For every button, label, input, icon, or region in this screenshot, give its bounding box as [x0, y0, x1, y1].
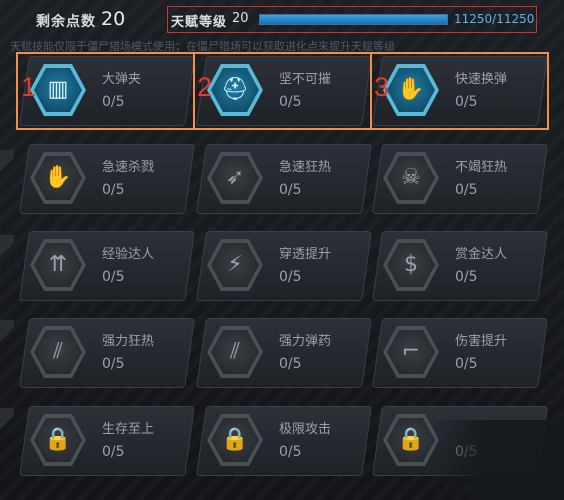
skill-name: 强力弹药: [279, 334, 332, 349]
skill-slot[interactable]: $ 赏金达人 0/5: [372, 231, 548, 301]
gun-icon: ⌐: [401, 339, 421, 364]
power-ammo-icon: ⫽: [230, 339, 240, 364]
skill-level: 0/5: [279, 182, 302, 198]
exp-plus-icon: ⇈: [48, 252, 68, 277]
skill-name: 生存至上: [102, 422, 155, 437]
skill-name: 坚不可摧: [279, 72, 332, 87]
penetration-icon: ⚡: [227, 252, 243, 277]
skill-name: 强力狂热: [102, 334, 155, 349]
skill-slot[interactable]: 🔒 生存至上 0/5: [19, 406, 195, 476]
points-value: 20: [101, 8, 126, 30]
xp-text: 11250/11250: [454, 12, 535, 26]
skill-name: 快速换弹: [455, 72, 508, 87]
bottom-right-fade: [432, 420, 564, 500]
skill-slot[interactable]: ⛑ 坚不可摧 0/5: [196, 56, 372, 126]
skill-name: 穿透提升: [279, 247, 332, 262]
skill-name: 经验达人: [102, 247, 155, 262]
skill-slot[interactable]: ⫽ 强力狂热 0/5: [19, 318, 195, 388]
xp-progress-fill: [260, 15, 447, 24]
skill-name: 伤害提升: [455, 334, 508, 349]
row-marker: [0, 320, 14, 360]
points-label: 剩余点数: [36, 14, 96, 30]
lock-icon: 🔒: [221, 427, 249, 452]
header-bar: 剩余点数 20 天赋等级 20 11250/11250: [0, 0, 564, 40]
highlight-number-2: 2: [197, 72, 213, 102]
skill-name: 急速狂热: [279, 160, 332, 175]
claw-hand-icon: ✋: [44, 165, 72, 190]
skull-icon: ☠: [401, 165, 421, 190]
skill-level: 0/5: [455, 269, 478, 285]
skill-slot[interactable]: ➶ 急速狂热 0/5: [196, 144, 372, 214]
skill-slot[interactable]: ▥ 大弹夹 0/5: [19, 56, 195, 126]
skill-slot[interactable]: ✋ 快速换弹 0/5: [372, 56, 548, 126]
highlight-number-3: 3: [374, 72, 390, 102]
skill-slot[interactable]: ☠ 不竭狂热 0/5: [372, 144, 548, 214]
skill-name: 极限攻击: [279, 422, 332, 437]
skill-name: 不竭狂热: [455, 160, 508, 175]
level-value: 20: [232, 11, 249, 26]
lock-icon: 🔒: [397, 427, 425, 452]
skill-level: 0/5: [279, 94, 302, 110]
level-label: 天赋等级: [171, 15, 228, 30]
bullet-spin-icon: ➶: [225, 165, 245, 190]
skill-level: 0/5: [102, 356, 125, 372]
skill-slot[interactable]: ⇈ 经验达人 0/5: [19, 231, 195, 301]
highlight-number-1: 1: [21, 72, 37, 102]
xp-progress-bar: [259, 14, 448, 25]
skill-slot[interactable]: 🔒 极限攻击 0/5: [196, 406, 372, 476]
skill-level: 0/5: [102, 269, 125, 285]
talent-level-panel: 天赋等级 20 11250/11250: [167, 6, 537, 33]
skill-level: 0/5: [102, 94, 125, 110]
skill-slot[interactable]: ⚡ 穿透提升 0/5: [196, 231, 372, 301]
helmet-icon: ⛑: [221, 77, 249, 102]
lock-icon: 🔒: [44, 427, 72, 452]
skill-level: 0/5: [279, 444, 302, 460]
skill-level: 0/5: [279, 356, 302, 372]
dollar-icon: $: [404, 252, 418, 277]
skill-name: 大弹夹: [102, 72, 142, 87]
skill-level: 0/5: [279, 269, 302, 285]
power-fever-icon: ⫽: [53, 339, 63, 364]
talent-note: 天赋技能仅限于僵尸猎场模式使用；在僵尸猎场可以获取进化点来提升天赋等级: [10, 40, 395, 53]
skill-level: 0/5: [102, 182, 125, 198]
skill-level: 0/5: [455, 182, 478, 198]
skill-level: 0/5: [455, 356, 478, 372]
hand-reload-icon: ✋: [397, 77, 425, 102]
skill-slot[interactable]: ✋ 急速杀戮 0/5: [19, 144, 195, 214]
skill-level: 0/5: [455, 94, 478, 110]
skill-name: 赏金达人: [455, 247, 508, 262]
skill-name: 急速杀戮: [102, 160, 155, 175]
skill-slot[interactable]: ⫽ 强力弹药 0/5: [196, 318, 372, 388]
skill-slot[interactable]: ⌐ 伤害提升 0/5: [372, 318, 548, 388]
row-marker: [0, 235, 14, 275]
row-marker: [0, 408, 14, 448]
row-marker: [0, 150, 14, 190]
magazine-icon: ▥: [47, 77, 69, 102]
skill-level: 0/5: [102, 444, 125, 460]
